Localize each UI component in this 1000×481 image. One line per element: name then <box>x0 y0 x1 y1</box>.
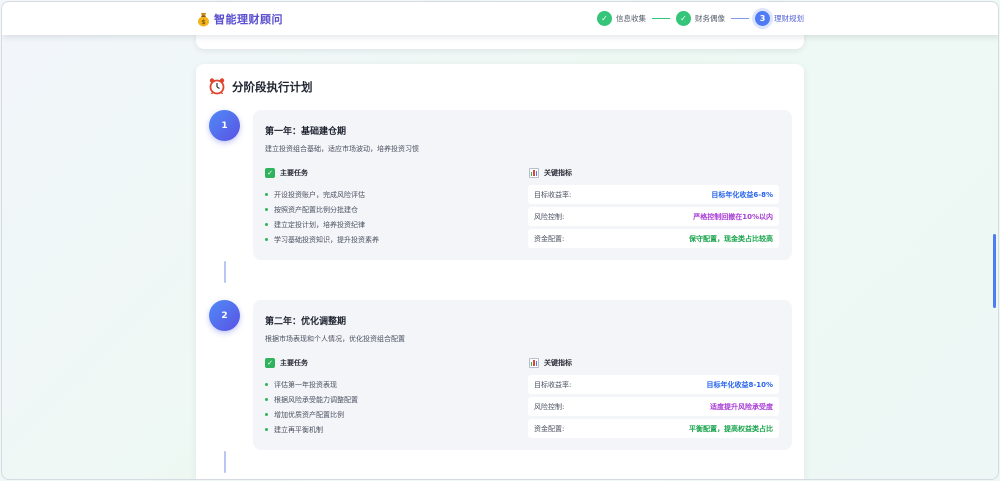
metric-row: 资金配置: 平衡配置，提高权益类占比 <box>528 419 779 438</box>
phase-title: 第一年：基础建仓期 <box>265 127 347 137</box>
list-item: 根据风险承受能力调整配置 <box>265 392 358 407</box>
phase-card: 第一年：基础建仓期 建立投资组合基础，适应市场波动，培养投资习惯 ✓ 主要任务 … <box>253 110 792 260</box>
section-title: 分阶段执行计划 <box>232 80 313 94</box>
step-connector <box>652 17 670 20</box>
step-label: 财务偶像 <box>695 14 725 23</box>
task-list: 开设投资账户，完成风险评估 按照资产配置比例分批建仓 建立定投计划，培养投资纪律… <box>265 187 379 247</box>
app-window: $ 智能理财顾问 ✓ 信息收集 ✓ 财务偶像 3 理财规划 分阶段执行计划 1 … <box>1 1 999 480</box>
alarm-clock-icon <box>208 77 226 97</box>
step-done-icon: ✓ <box>597 11 612 26</box>
metric-value: 目标年化收益6-8% <box>711 190 773 199</box>
phase-description: 建立投资组合基础，适应市场波动，培养投资习惯 <box>265 145 419 153</box>
timeline-connector <box>224 451 226 473</box>
money-bag-icon: $ <box>196 12 210 27</box>
metric-value: 目标年化收益8-10% <box>706 380 773 389</box>
tasks-heading: ✓ 主要任务 <box>265 168 308 178</box>
bullet-icon <box>265 383 268 386</box>
progress-steps: ✓ 信息收集 ✓ 财务偶像 3 理财规划 <box>597 10 804 27</box>
metric-list: 目标收益率: 目标年化收益6-8% 风险控制: 严格控制回撤在10%以内 资金配… <box>528 185 779 251</box>
timeline-connector <box>224 261 226 283</box>
phase-title: 第二年：优化调整期 <box>265 317 347 327</box>
bullet-icon <box>265 398 268 401</box>
task-list: 评估第一年投资表现 根据风险承受能力调整配置 增加优质资产配置比例 建立再平衡机… <box>265 377 358 437</box>
bullet-icon <box>265 223 268 226</box>
scrollbar-thumb[interactable] <box>993 234 996 308</box>
top-header: $ 智能理财顾问 ✓ 信息收集 ✓ 财务偶像 3 理财规划 <box>2 2 998 35</box>
metric-label: 资金配置: <box>534 234 565 243</box>
svg-text:$: $ <box>201 19 205 26</box>
step-label: 理财规划 <box>774 14 804 23</box>
phase-card: 第二年：优化调整期 根据市场表现和个人情况，优化投资组合配置 ✓ 主要任务 评估… <box>253 300 792 450</box>
brand[interactable]: $ 智能理财顾问 <box>196 11 283 27</box>
bar-chart-icon <box>529 358 539 368</box>
metric-label: 资金配置: <box>534 424 565 433</box>
step-connector <box>731 17 749 20</box>
step-info-collection[interactable]: ✓ 信息收集 <box>597 11 646 26</box>
step-financial-profile[interactable]: ✓ 财务偶像 <box>676 11 725 26</box>
bullet-icon <box>265 428 268 431</box>
phase-number-badge: 1 <box>209 110 240 141</box>
list-item: 建立定投计划，培养投资纪律 <box>265 217 379 232</box>
metrics-heading: 关键指标 <box>529 358 572 368</box>
app-title: 智能理财顾问 <box>214 13 283 26</box>
metric-list: 目标收益率: 目标年化收益8-10% 风险控制: 适度提升风险承受度 资金配置:… <box>528 375 779 441</box>
metric-value: 平衡配置，提高权益类占比 <box>689 424 773 433</box>
metric-row: 风险控制: 适度提升风险承受度 <box>528 397 779 416</box>
phase-number-badge: 2 <box>209 300 240 331</box>
metric-value: 严格控制回撤在10%以内 <box>693 212 773 221</box>
tasks-heading: ✓ 主要任务 <box>265 358 308 368</box>
bullet-icon <box>265 193 268 196</box>
metric-row: 目标收益率: 目标年化收益6-8% <box>528 185 779 204</box>
list-item: 开设投资账户，完成风险评估 <box>265 187 379 202</box>
step-number-badge: 3 <box>755 11 770 26</box>
list-item: 建立再平衡机制 <box>265 422 358 437</box>
metrics-heading: 关键指标 <box>529 168 572 178</box>
metric-label: 风险控制: <box>534 212 565 221</box>
step-done-icon: ✓ <box>676 11 691 26</box>
metric-label: 目标收益率: <box>534 190 572 199</box>
step-financial-planning[interactable]: 3 理财规划 <box>755 11 804 26</box>
section-header: 分阶段执行计划 <box>208 78 313 96</box>
check-icon: ✓ <box>265 358 275 368</box>
list-item: 学习基础投资知识，提升投资素养 <box>265 232 379 247</box>
step-label: 信息收集 <box>616 14 646 23</box>
list-item: 增加优质资产配置比例 <box>265 407 358 422</box>
phase-description: 根据市场表现和个人情况，优化投资组合配置 <box>265 335 405 343</box>
metric-value: 适度提升风险承受度 <box>710 402 773 411</box>
bullet-icon <box>265 238 268 241</box>
bullet-icon <box>265 208 268 211</box>
metric-label: 风险控制: <box>534 402 565 411</box>
metric-value: 保守配置，现金类占比较高 <box>689 234 773 243</box>
bar-chart-icon <box>529 168 539 178</box>
metric-row: 风险控制: 严格控制回撤在10%以内 <box>528 207 779 226</box>
metric-row: 资金配置: 保守配置，现金类占比较高 <box>528 229 779 248</box>
execution-plan-card: 分阶段执行计划 1 第一年：基础建仓期 建立投资组合基础，适应市场波动，培养投资… <box>196 64 804 479</box>
bullet-icon <box>265 413 268 416</box>
metric-row: 目标收益率: 目标年化收益8-10% <box>528 375 779 394</box>
list-item: 评估第一年投资表现 <box>265 377 358 392</box>
list-item: 按照资产配置比例分批建仓 <box>265 202 379 217</box>
metric-label: 目标收益率: <box>534 380 572 389</box>
check-icon: ✓ <box>265 168 275 178</box>
